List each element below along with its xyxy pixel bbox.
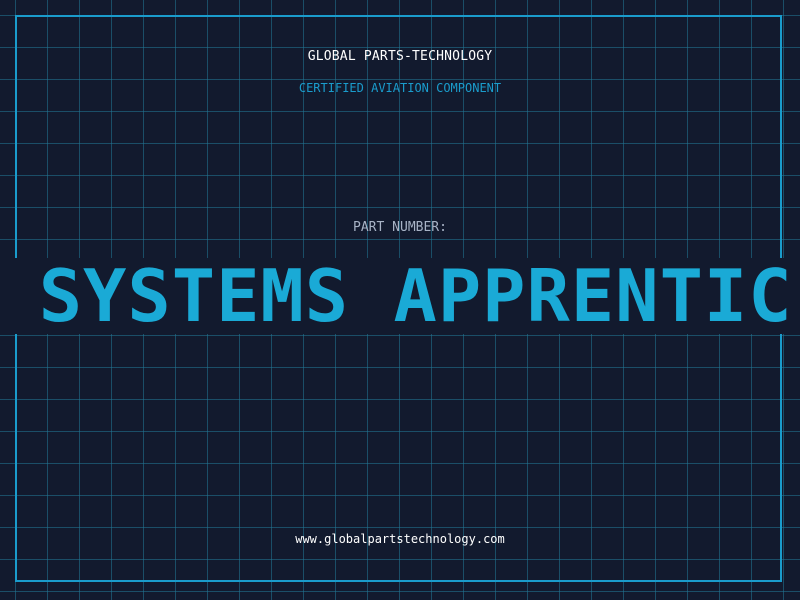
company-name: GLOBAL PARTS-TECHNOLOGY (307, 49, 493, 64)
website-link[interactable]: www.globalpartstechnology.com (0, 531, 800, 547)
certification-subtitle: CERTIFIED AVIATION COMPONENT (298, 81, 502, 95)
screen: GLOBAL PARTS-TECHNOLOGY CERTIFIED AVIATI… (0, 0, 800, 600)
part-number-banner: R SYSTEMS APPRENTIC (0, 258, 800, 334)
part-number-value: R SYSTEMS APPRENTIC (0, 258, 793, 334)
part-number-label: PART NUMBER: (353, 220, 447, 235)
